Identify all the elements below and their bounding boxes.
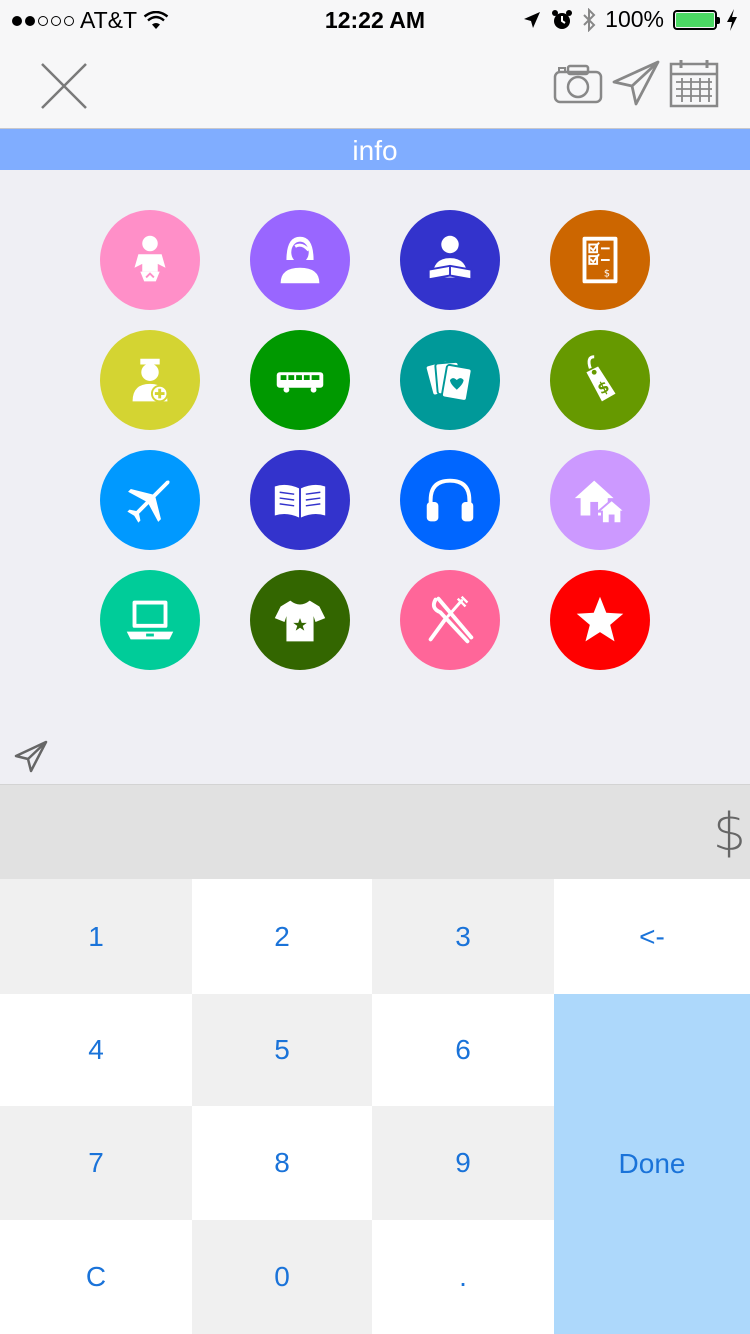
- battery-percent: 100%: [605, 6, 664, 32]
- reading-person-icon: [427, 235, 473, 281]
- key-1[interactable]: 1: [0, 879, 192, 994]
- baby-icon: [134, 235, 166, 282]
- backspace-key[interactable]: <-: [554, 879, 750, 994]
- category-grid: $ $: [100, 210, 650, 670]
- category-housing[interactable]: [550, 450, 650, 550]
- key-6[interactable]: 6: [372, 994, 554, 1106]
- key-3[interactable]: 3: [372, 879, 554, 994]
- category-checklist[interactable]: $: [550, 210, 650, 310]
- category-music[interactable]: [400, 450, 500, 550]
- bus-icon: [276, 372, 324, 393]
- key-5[interactable]: 5: [192, 994, 372, 1106]
- category-clothing[interactable]: [250, 570, 350, 670]
- category-travel[interactable]: [100, 450, 200, 550]
- camera-icon[interactable]: [552, 58, 604, 110]
- calendar-icon[interactable]: [668, 58, 720, 110]
- category-woman[interactable]: [250, 210, 350, 310]
- key-2[interactable]: 2: [192, 879, 372, 994]
- svg-text:$: $: [604, 268, 610, 279]
- decimal-key[interactable]: .: [372, 1220, 554, 1334]
- price-tag-icon: $: [586, 355, 616, 402]
- key-7[interactable]: 7: [0, 1106, 192, 1220]
- category-computer[interactable]: [100, 570, 200, 670]
- headphones-icon: [426, 478, 474, 522]
- category-cards[interactable]: [400, 330, 500, 430]
- category-food[interactable]: [400, 570, 500, 670]
- key-9[interactable]: 9: [372, 1106, 554, 1220]
- category-bus[interactable]: [250, 330, 350, 430]
- nurse-icon: [132, 358, 169, 403]
- alarm-icon: [552, 9, 573, 29]
- category-baby[interactable]: [100, 210, 200, 310]
- checklist-icon: $: [582, 236, 618, 284]
- airplane-icon: [127, 480, 170, 523]
- done-button[interactable]: Done: [554, 994, 750, 1334]
- numeric-keypad: 1 2 3 <- 4 5 6 7 8 9 C 0 . Done: [0, 879, 750, 1334]
- charging-bolt-icon: [727, 8, 737, 31]
- info-banner: info: [0, 129, 750, 170]
- category-medical[interactable]: [100, 330, 200, 430]
- clear-key[interactable]: C: [0, 1220, 192, 1334]
- tshirt-icon: [274, 600, 326, 642]
- currency-symbol: $: [712, 803, 746, 863]
- close-x-icon[interactable]: [36, 58, 92, 114]
- nav-bar: [0, 40, 750, 129]
- key-4[interactable]: 4: [0, 994, 192, 1106]
- status-bar: AT&T 12:22 AM 100%: [0, 0, 750, 40]
- open-book-icon: [274, 484, 326, 518]
- battery-icon: [673, 9, 720, 30]
- category-price-tag[interactable]: $: [550, 330, 650, 430]
- send-icon[interactable]: [12, 738, 50, 776]
- woman-icon: [280, 236, 320, 284]
- key-0[interactable]: 0: [192, 1220, 372, 1334]
- nav-actions: [552, 58, 720, 110]
- category-books[interactable]: [250, 450, 350, 550]
- category-reading[interactable]: [400, 210, 500, 310]
- star-icon: [576, 596, 624, 642]
- category-favorite[interactable]: [550, 570, 650, 670]
- location-arrow-icon: [524, 11, 541, 28]
- key-8[interactable]: 8: [192, 1106, 372, 1220]
- playing-cards-icon: [424, 359, 473, 402]
- amount-display: $: [0, 784, 750, 879]
- laptop-icon: [126, 600, 174, 640]
- houses-icon: [574, 480, 628, 525]
- fork-knife-icon: [428, 595, 474, 644]
- send-icon[interactable]: [610, 58, 662, 110]
- bluetooth-icon: [583, 7, 596, 32]
